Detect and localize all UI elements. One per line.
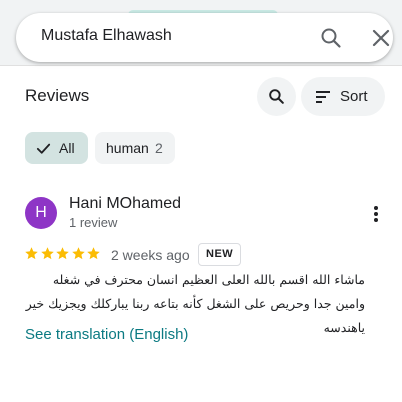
star-rating: [24, 246, 102, 264]
search-input[interactable]: Mustafa Elhawash: [41, 27, 172, 45]
star-icon: [87, 247, 100, 260]
reviewer-review-count: 1 review: [69, 215, 118, 230]
see-translation-link[interactable]: See translation (English): [25, 326, 188, 343]
reviews-heading: Reviews: [25, 86, 90, 105]
search-reviews-button[interactable]: [257, 77, 296, 116]
star-icon: [71, 247, 85, 260]
reviewer-name[interactable]: Hani MOhamed: [69, 195, 181, 213]
star-icon: [40, 247, 54, 260]
filter-chip-count: 2: [155, 140, 163, 156]
sort-button[interactable]: Sort: [301, 77, 385, 116]
filter-chip-human[interactable]: human 2: [95, 132, 175, 164]
review-date: 2 weeks ago: [111, 247, 190, 263]
filter-chip-label: All: [59, 140, 75, 156]
search-icon: [269, 89, 284, 104]
filter-chip-label: human: [106, 140, 149, 156]
check-icon: [36, 143, 51, 154]
search-icon[interactable]: [319, 26, 343, 50]
search-bar[interactable]: Mustafa Elhawash: [16, 13, 393, 62]
sort-icon: [316, 91, 330, 103]
more-options-icon[interactable]: [368, 204, 384, 224]
star-icon: [25, 247, 38, 260]
filter-chip-all[interactable]: All: [25, 132, 88, 164]
new-badge: NEW: [198, 243, 242, 266]
close-icon[interactable]: [369, 26, 393, 50]
avatar[interactable]: H: [25, 197, 57, 229]
star-icon: [56, 247, 69, 260]
sort-label: Sort: [340, 88, 368, 105]
